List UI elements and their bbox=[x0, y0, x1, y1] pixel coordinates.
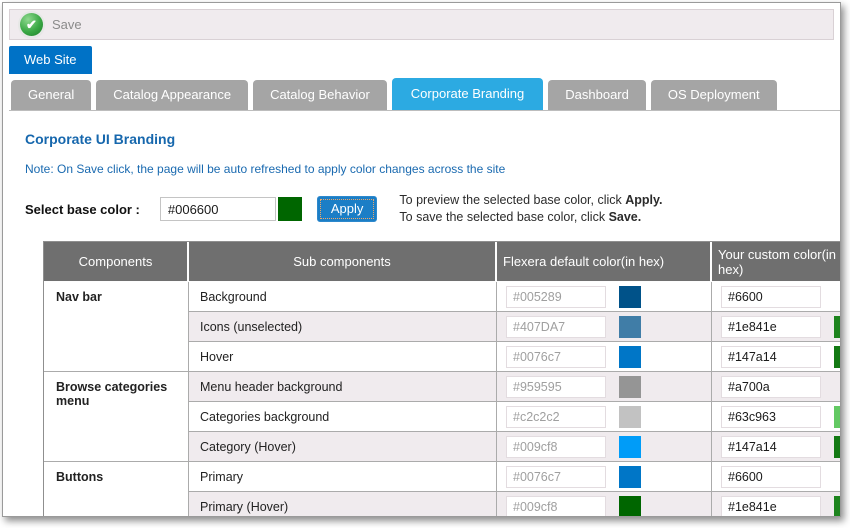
custom-color-cell bbox=[712, 312, 841, 342]
flexera-color-cell bbox=[497, 312, 712, 342]
save-button[interactable]: ✔ Save bbox=[20, 13, 82, 36]
flexera-hex-input bbox=[506, 466, 606, 488]
flexera-hex-input bbox=[506, 436, 606, 458]
flexera-color-swatch bbox=[619, 406, 641, 428]
base-color-label: Select base color : bbox=[25, 202, 140, 217]
custom-color-swatch bbox=[834, 406, 841, 428]
hint-preview-text: To preview the selected base color, clic… bbox=[399, 193, 625, 207]
flexera-color-swatch bbox=[619, 316, 641, 338]
sub-component-cell: Primary (Hover) bbox=[189, 492, 497, 517]
base-color-row: Select base color : Apply To preview the… bbox=[25, 192, 840, 226]
custom-color-cell bbox=[712, 492, 841, 517]
custom-color-cell bbox=[712, 372, 841, 402]
flexera-color-cell bbox=[497, 402, 712, 432]
base-color-hints: To preview the selected base color, clic… bbox=[399, 192, 662, 226]
tab-bar: GeneralCatalog AppearanceCatalog Behavio… bbox=[9, 78, 840, 111]
custom-color-cell bbox=[712, 282, 841, 312]
custom-hex-input[interactable] bbox=[721, 346, 821, 368]
flexera-hex-input bbox=[506, 496, 606, 518]
branding-table-body: Nav barBackgroundIcons (unselected)Hover… bbox=[44, 282, 841, 517]
flexera-hex-input bbox=[506, 286, 606, 308]
flexera-color-cell bbox=[497, 372, 712, 402]
app-window: ✔ Save Web Site GeneralCatalog Appearanc… bbox=[2, 2, 841, 517]
header-components: Components bbox=[44, 242, 189, 282]
custom-color-cell bbox=[712, 342, 841, 372]
flexera-color-cell bbox=[497, 342, 712, 372]
hint-save: To save the selected base color, click S… bbox=[399, 209, 662, 226]
tab-catalog-behavior[interactable]: Catalog Behavior bbox=[253, 80, 387, 110]
flexera-color-cell bbox=[497, 492, 712, 517]
sub-component-cell: Category (Hover) bbox=[189, 432, 497, 462]
apply-button[interactable]: Apply bbox=[317, 196, 378, 222]
hint-save-text: To save the selected base color, click bbox=[399, 210, 608, 224]
hint-preview-bold: Apply. bbox=[625, 193, 662, 207]
custom-color-swatch bbox=[834, 496, 841, 518]
sub-component-cell: Icons (unselected) bbox=[189, 312, 497, 342]
tab-catalog-appearance[interactable]: Catalog Appearance bbox=[96, 80, 248, 110]
custom-color-cell bbox=[712, 402, 841, 432]
toolbar: ✔ Save bbox=[9, 9, 834, 40]
flexera-hex-input bbox=[506, 346, 606, 368]
component-cell: Buttons bbox=[44, 462, 189, 517]
custom-hex-input[interactable] bbox=[721, 376, 821, 398]
custom-color-cell bbox=[712, 462, 841, 492]
header-flexera-color: Flexera default color(in hex) bbox=[497, 242, 712, 282]
site-tab-row: Web Site bbox=[9, 46, 840, 74]
base-color-swatch bbox=[278, 197, 302, 221]
flexera-hex-input bbox=[506, 376, 606, 398]
flexera-color-swatch bbox=[619, 496, 641, 518]
flexera-hex-input bbox=[506, 406, 606, 428]
custom-color-swatch bbox=[834, 346, 841, 368]
header-sub-components: Sub components bbox=[189, 242, 497, 282]
component-cell: Browse categories menu bbox=[44, 372, 189, 462]
sub-component-cell: Hover bbox=[189, 342, 497, 372]
sub-component-cell: Primary bbox=[189, 462, 497, 492]
flexera-color-swatch bbox=[619, 346, 641, 368]
tab-web-site[interactable]: Web Site bbox=[9, 46, 92, 74]
page-note: Note: On Save click, the page will be au… bbox=[25, 162, 840, 176]
tab-general[interactable]: General bbox=[11, 80, 91, 110]
custom-hex-input[interactable] bbox=[721, 406, 821, 428]
content-area: Corporate UI Branding Note: On Save clic… bbox=[3, 111, 840, 517]
flexera-color-cell bbox=[497, 462, 712, 492]
hint-save-bold: Save. bbox=[609, 210, 642, 224]
flexera-color-swatch bbox=[619, 436, 641, 458]
table-header-row: Components Sub components Flexera defaul… bbox=[44, 242, 841, 282]
custom-color-swatch bbox=[834, 316, 841, 338]
custom-color-cell bbox=[712, 432, 841, 462]
base-color-input[interactable] bbox=[160, 197, 276, 221]
sub-component-cell: Categories background bbox=[189, 402, 497, 432]
table-row: ButtonsPrimary bbox=[44, 462, 841, 492]
save-check-icon: ✔ bbox=[20, 13, 43, 36]
table-row: Nav barBackground bbox=[44, 282, 841, 312]
flexera-color-swatch bbox=[619, 466, 641, 488]
sub-component-cell: Background bbox=[189, 282, 497, 312]
hint-preview: To preview the selected base color, clic… bbox=[399, 192, 662, 209]
header-custom-color: Your custom color(in hex) bbox=[712, 242, 841, 282]
tab-os-deployment[interactable]: OS Deployment bbox=[651, 80, 777, 110]
custom-hex-input[interactable] bbox=[721, 286, 821, 308]
custom-hex-input[interactable] bbox=[721, 466, 821, 488]
tab-corporate-branding[interactable]: Corporate Branding bbox=[392, 78, 543, 110]
custom-hex-input[interactable] bbox=[721, 436, 821, 458]
flexera-hex-input bbox=[506, 316, 606, 338]
flexera-color-cell bbox=[497, 432, 712, 462]
custom-hex-input[interactable] bbox=[721, 316, 821, 338]
save-button-label: Save bbox=[52, 17, 82, 32]
flexera-color-cell bbox=[497, 282, 712, 312]
flexera-color-swatch bbox=[619, 376, 641, 398]
page-title: Corporate UI Branding bbox=[25, 131, 840, 147]
component-cell: Nav bar bbox=[44, 282, 189, 372]
custom-color-swatch bbox=[834, 436, 841, 458]
branding-table: Components Sub components Flexera defaul… bbox=[43, 241, 841, 517]
flexera-color-swatch bbox=[619, 286, 641, 308]
table-row: Browse categories menuMenu header backgr… bbox=[44, 372, 841, 402]
tab-dashboard[interactable]: Dashboard bbox=[548, 80, 646, 110]
custom-hex-input[interactable] bbox=[721, 496, 821, 518]
sub-component-cell: Menu header background bbox=[189, 372, 497, 402]
